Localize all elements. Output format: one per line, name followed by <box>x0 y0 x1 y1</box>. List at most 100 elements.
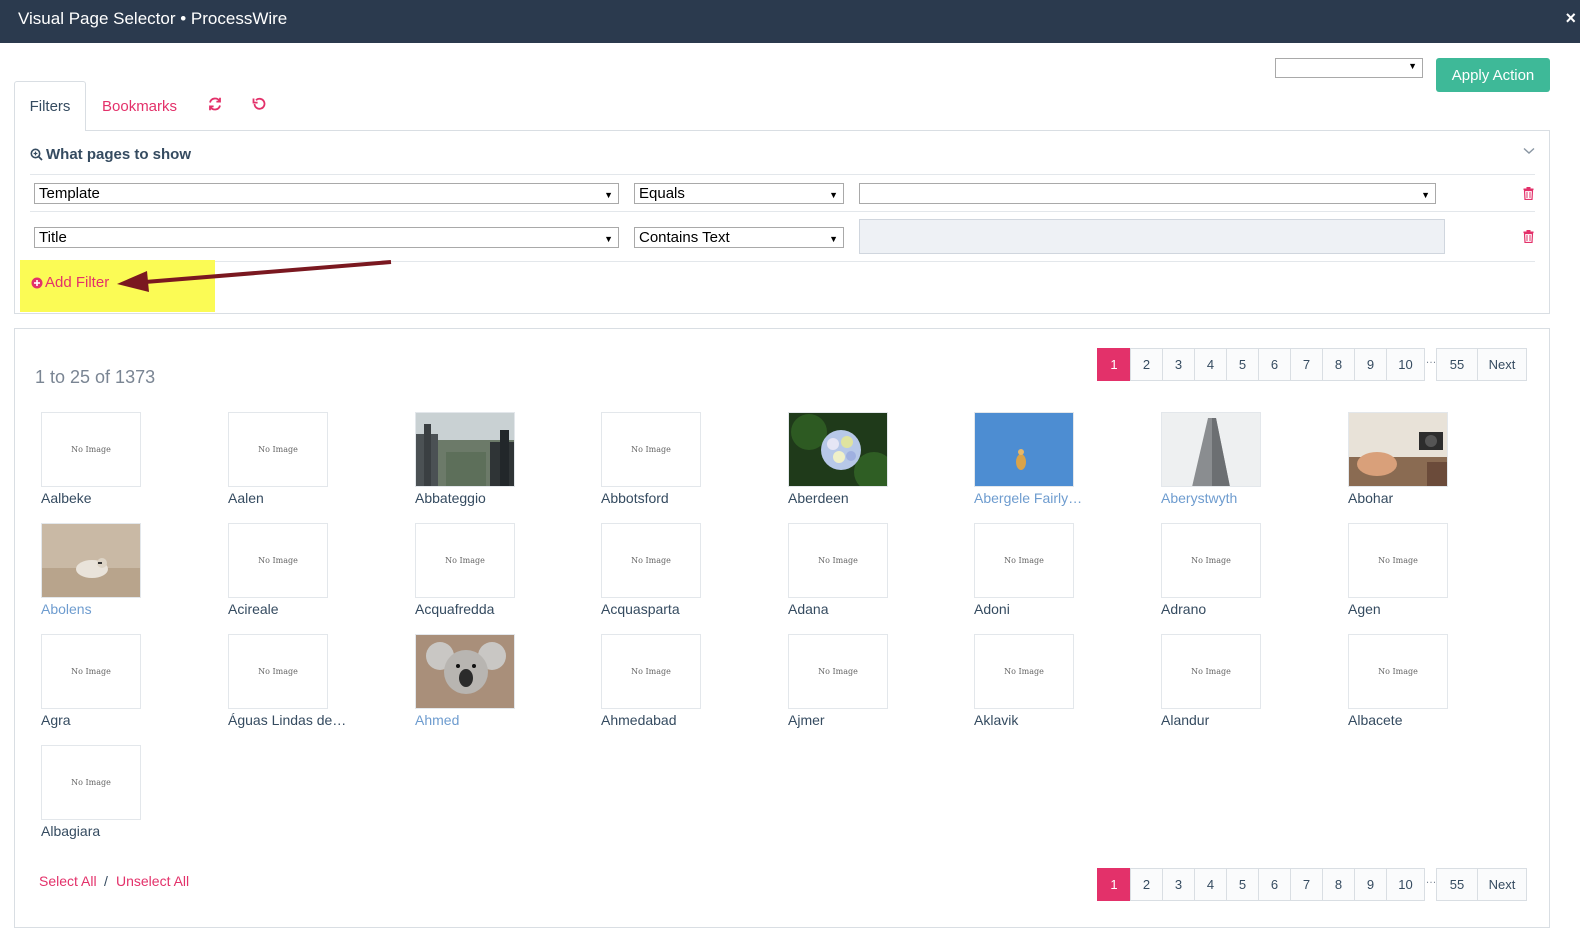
page-item-name[interactable]: Aklavik <box>974 712 1114 728</box>
select-all-link[interactable]: Select All <box>39 873 97 889</box>
page-6-button[interactable]: 6 <box>1258 348 1291 381</box>
no-image-placeholder[interactable]: No Image <box>228 523 328 598</box>
page-9-button[interactable]: 9 <box>1354 348 1387 381</box>
page-thumbnail[interactable] <box>974 412 1074 487</box>
no-image-placeholder[interactable]: No Image <box>974 634 1074 709</box>
no-image-placeholder[interactable]: No Image <box>974 523 1074 598</box>
page-thumbnail[interactable] <box>788 412 888 487</box>
undo-icon[interactable] <box>251 96 267 112</box>
page-5-button[interactable]: 5 <box>1226 348 1259 381</box>
no-image-placeholder[interactable]: No Image <box>228 634 328 709</box>
page-item-name[interactable]: Águas Lindas de… <box>228 712 368 728</box>
page-8-button[interactable]: 8 <box>1322 348 1355 381</box>
refresh-icon[interactable] <box>207 96 223 112</box>
no-image-placeholder[interactable]: No Image <box>1161 523 1261 598</box>
page-thumbnail[interactable] <box>1348 412 1448 487</box>
no-image-placeholder[interactable]: No Image <box>1161 634 1261 709</box>
page-item-name[interactable]: Abbotsford <box>601 490 741 506</box>
page-8-button[interactable]: 8 <box>1322 868 1355 901</box>
no-image-placeholder[interactable]: No Image <box>41 412 141 487</box>
apply-action-button[interactable]: Apply Action <box>1436 58 1550 92</box>
page-thumbnail[interactable] <box>41 523 141 598</box>
page-3-button[interactable]: 3 <box>1162 868 1195 901</box>
no-image-text: No Image <box>71 445 111 454</box>
page-item-name[interactable]: Aberystwyth <box>1161 490 1301 506</box>
page-item-name[interactable]: Ajmer <box>788 712 928 728</box>
trash-icon[interactable] <box>1523 230 1534 243</box>
no-image-placeholder[interactable]: No Image <box>41 745 141 820</box>
page-4-button[interactable]: 4 <box>1194 348 1227 381</box>
no-image-placeholder[interactable]: No Image <box>601 412 701 487</box>
page-item-name[interactable]: Adana <box>788 601 928 617</box>
page-2-button[interactable]: 2 <box>1130 348 1163 381</box>
no-image-placeholder[interactable]: No Image <box>228 412 328 487</box>
no-image-text: No Image <box>631 556 671 565</box>
no-image-placeholder[interactable]: No Image <box>1348 634 1448 709</box>
page-item-name[interactable]: Abbateggio <box>415 490 555 506</box>
no-image-placeholder[interactable]: No Image <box>41 634 141 709</box>
tab-bookmarks[interactable]: Bookmarks <box>102 81 177 131</box>
filter-field-value: Title <box>39 229 67 246</box>
page-item-name[interactable]: Abergele Fairly… <box>974 490 1114 506</box>
no-image-placeholder[interactable]: No Image <box>1348 523 1448 598</box>
page-last-button[interactable]: 55 <box>1436 348 1478 381</box>
page-1-button[interactable]: 1 <box>1097 868 1131 901</box>
page-10-button[interactable]: 10 <box>1386 348 1425 381</box>
no-image-placeholder[interactable]: No Image <box>788 634 888 709</box>
page-item-name[interactable]: Acquafredda <box>415 601 555 617</box>
page-10-button[interactable]: 10 <box>1386 868 1425 901</box>
page-7-button[interactable]: 7 <box>1290 868 1323 901</box>
chevron-down-icon[interactable] <box>1523 147 1535 155</box>
page-item-name[interactable]: Abohar <box>1348 490 1488 506</box>
page-4-button[interactable]: 4 <box>1194 868 1227 901</box>
page-7-button[interactable]: 7 <box>1290 348 1323 381</box>
filter-field-select[interactable]: Title ▼ <box>34 227 619 248</box>
page-item-name[interactable]: Agen <box>1348 601 1488 617</box>
page-item-name[interactable]: Acquasparta <box>601 601 741 617</box>
close-icon[interactable]: × <box>1565 8 1576 29</box>
page-item-name[interactable]: Albacete <box>1348 712 1488 728</box>
filters-panel: What pages to show Template ▼ Equals ▼ ▼… <box>14 130 1550 314</box>
page-5-button[interactable]: 5 <box>1226 868 1259 901</box>
page-item-name[interactable]: Alandur <box>1161 712 1301 728</box>
action-select[interactable]: ▼ <box>1275 58 1423 78</box>
no-image-text: No Image <box>445 556 485 565</box>
tab-filters[interactable]: Filters <box>14 81 86 131</box>
trash-icon[interactable] <box>1523 187 1534 200</box>
filter-operator-select[interactable]: Equals ▼ <box>634 183 844 204</box>
no-image-placeholder[interactable]: No Image <box>788 523 888 598</box>
next-page-button[interactable]: Next <box>1477 348 1527 381</box>
page-thumbnail[interactable] <box>415 634 515 709</box>
page-item-name[interactable]: Ahmed <box>415 712 555 728</box>
filter-value-select[interactable]: ▼ <box>859 183 1436 204</box>
filter-field-select[interactable]: Template ▼ <box>34 183 619 204</box>
page-item-name[interactable]: Ahmedabad <box>601 712 741 728</box>
page-item-name[interactable]: Aberdeen <box>788 490 928 506</box>
page-thumbnail[interactable] <box>415 412 515 487</box>
page-item-name[interactable]: Aalen <box>228 490 368 506</box>
filter-text-input[interactable] <box>859 219 1445 254</box>
page-item-name[interactable]: Acireale <box>228 601 368 617</box>
no-image-text: No Image <box>1004 556 1044 565</box>
page-6-button[interactable]: 6 <box>1258 868 1291 901</box>
page-9-button[interactable]: 9 <box>1354 868 1387 901</box>
page-2-button[interactable]: 2 <box>1130 868 1163 901</box>
page-item-name[interactable]: Agra <box>41 712 181 728</box>
page-item-name[interactable]: Aalbeke <box>41 490 181 506</box>
no-image-placeholder[interactable]: No Image <box>601 523 701 598</box>
page-1-button[interactable]: 1 <box>1097 348 1131 381</box>
page-3-button[interactable]: 3 <box>1162 348 1195 381</box>
next-page-button[interactable]: Next <box>1477 868 1527 901</box>
add-filter-link[interactable]: Add Filter <box>31 274 109 291</box>
filters-heading: What pages to show <box>30 146 191 163</box>
page-item-name[interactable]: Adrano <box>1161 601 1301 617</box>
no-image-placeholder[interactable]: No Image <box>415 523 515 598</box>
unselect-all-link[interactable]: Unselect All <box>116 873 189 889</box>
page-last-button[interactable]: 55 <box>1436 868 1478 901</box>
no-image-placeholder[interactable]: No Image <box>601 634 701 709</box>
page-item-name[interactable]: Albagiara <box>41 823 181 839</box>
page-item-name[interactable]: Abolens <box>41 601 181 617</box>
filter-operator-select[interactable]: Contains Text ▼ <box>634 227 844 248</box>
page-item-name[interactable]: Adoni <box>974 601 1114 617</box>
page-thumbnail[interactable] <box>1161 412 1261 487</box>
